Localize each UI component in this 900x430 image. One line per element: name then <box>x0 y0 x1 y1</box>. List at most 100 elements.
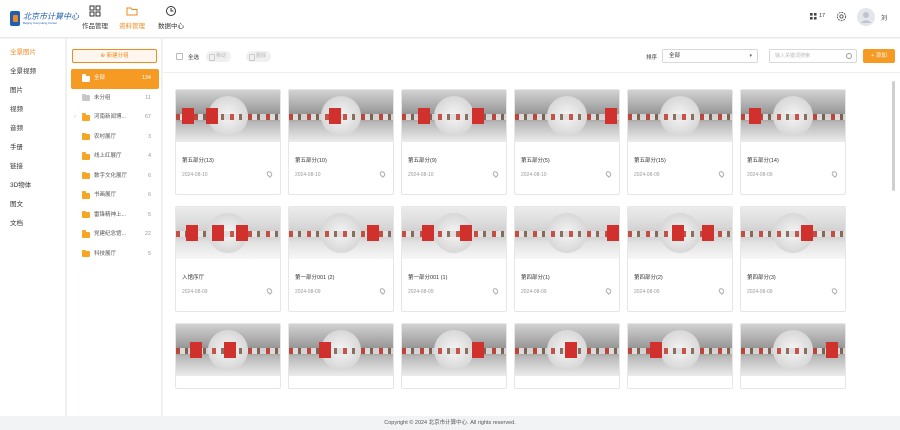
folder-item-leifeng-spirit[interactable]: 雷锋精神上... 5 <box>71 206 159 226</box>
folder-item-henan-news[interactable]: › 河南新闻博... 67 <box>71 108 159 128</box>
sidebar-item-videos[interactable]: 视频 <box>0 100 65 119</box>
media-card[interactable]: 第五部分(13) 2024-08-10 <box>175 89 281 195</box>
nav-materials[interactable]: 资料管理 <box>113 5 151 33</box>
media-card[interactable]: 第五部分(5) 2024-08-10 <box>514 89 620 195</box>
sidebar-item-links[interactable]: 链接 <box>0 157 65 176</box>
media-card[interactable] <box>401 323 507 389</box>
panorama-thumbnail[interactable] <box>402 90 506 142</box>
chevron-right-icon[interactable]: › <box>74 108 76 128</box>
sidebar-item-panorama-videos[interactable]: 全景视频 <box>0 62 65 81</box>
folder-item-calligraphy-hall[interactable]: 书画展厅 6 <box>71 186 159 206</box>
panorama-thumbnail[interactable] <box>402 207 506 259</box>
media-card[interactable] <box>288 323 394 389</box>
panorama-thumbnail[interactable] <box>741 207 845 259</box>
media-card[interactable] <box>740 323 846 389</box>
media-card[interactable]: 第四部分(2) 2024-08-09 <box>627 206 733 312</box>
location-pin-icon[interactable] <box>378 287 387 295</box>
add-button[interactable]: + 添加 <box>863 49 895 63</box>
folder-item-ungrouped[interactable]: 未分组 11 <box>71 89 159 109</box>
panorama-thumbnail[interactable] <box>176 324 280 376</box>
media-card[interactable]: 入馆序厅 2024-08-09 <box>175 206 281 312</box>
scrollbar[interactable] <box>892 81 895 191</box>
chevron-down-icon: ▾ <box>749 53 752 59</box>
folder-icon <box>82 230 90 238</box>
panorama-thumbnail[interactable] <box>176 90 280 142</box>
delete-button[interactable]: 删除 <box>246 51 272 62</box>
sort-select[interactable]: 全部 ▾ <box>662 49 758 63</box>
panorama-thumbnail[interactable] <box>289 90 393 142</box>
gear-icon[interactable] <box>836 11 847 22</box>
sidebar-item-rich-text[interactable]: 图文 <box>0 195 65 214</box>
sidebar-item-manuals[interactable]: 手册 <box>0 138 65 157</box>
panorama-thumbnail[interactable] <box>628 207 732 259</box>
logo[interactable]: 北京市计算中心 Beijing Computing Center <box>10 10 79 28</box>
location-pin-icon[interactable] <box>830 287 839 295</box>
media-card[interactable] <box>627 323 733 389</box>
card-date: 2024-08-10 <box>521 172 547 178</box>
folder-icon <box>82 113 90 121</box>
move-button[interactable]: 移动 <box>206 51 232 62</box>
folder-item-party-memorial[interactable]: 党建纪念馆... 22 <box>71 225 159 245</box>
location-pin-icon[interactable] <box>604 287 613 295</box>
panorama-thumbnail[interactable] <box>289 207 393 259</box>
sidebar-item-3d-objects[interactable]: 3D物体 <box>0 176 65 195</box>
card-title: 第五部分(13) <box>182 158 214 164</box>
apps-icon[interactable] <box>810 13 817 20</box>
nav-works[interactable]: 作品管理 <box>76 5 114 33</box>
location-pin-icon[interactable] <box>491 287 500 295</box>
media-card[interactable]: 第五部分(9) 2024-08-10 <box>401 89 507 195</box>
select-all-checkbox[interactable] <box>176 53 183 60</box>
media-card[interactable] <box>175 323 281 389</box>
location-pin-icon[interactable] <box>604 170 613 178</box>
location-pin-icon[interactable] <box>265 170 274 178</box>
panorama-thumbnail[interactable] <box>741 90 845 142</box>
media-card[interactable]: 第一部分001 (1) 2024-08-09 <box>401 206 507 312</box>
location-pin-icon[interactable] <box>265 287 274 295</box>
folder-count: 134 <box>141 75 151 81</box>
media-card[interactable]: 第五部分(14) 2024-08-09 <box>740 89 846 195</box>
folder-item-online-red-hall[interactable]: 线上红展厅 4 <box>71 147 159 167</box>
folder-count: 5 <box>147 250 151 257</box>
top-header: 北京市计算中心 Beijing Computing Center 作品管理 资料… <box>0 0 900 38</box>
sidebar-item-images[interactable]: 图片 <box>0 81 65 100</box>
folder-item-rural-hall[interactable]: 农村展厅 3 <box>71 128 159 148</box>
avatar[interactable] <box>857 8 875 26</box>
media-card[interactable]: 第一部分001 (2) 2024-08-09 <box>288 206 394 312</box>
panorama-thumbnail[interactable] <box>402 324 506 376</box>
location-pin-icon[interactable] <box>378 170 387 178</box>
media-card[interactable]: 第四部分(1) 2024-08-09 <box>514 206 620 312</box>
media-card[interactable]: 第五部分(10) 2024-08-10 <box>288 89 394 195</box>
media-card[interactable]: 第五部分(15) 2024-08-09 <box>627 89 733 195</box>
media-card[interactable]: 第四部分(3) 2024-08-09 <box>740 206 846 312</box>
location-pin-icon[interactable] <box>717 287 726 295</box>
panorama-thumbnail[interactable] <box>628 324 732 376</box>
logo-subtitle: Beijing Computing Center <box>23 21 58 25</box>
search-input[interactable]: 输入关键词搜索 <box>769 49 857 63</box>
new-group-button[interactable]: ⊕ 新建分组 <box>72 49 157 63</box>
panorama-thumbnail[interactable] <box>289 324 393 376</box>
sidebar-item-documents[interactable]: 文档 <box>0 214 65 233</box>
grid-icon <box>89 5 101 17</box>
folder-count: 22 <box>144 231 151 237</box>
panorama-thumbnail[interactable] <box>515 324 619 376</box>
sort-label: 排序 <box>646 55 658 61</box>
thumbnail-red-panel <box>422 225 434 241</box>
panorama-thumbnail[interactable] <box>628 90 732 142</box>
search-icon[interactable] <box>846 53 852 59</box>
folder-item-all[interactable]: 全部 134 <box>71 69 159 89</box>
panorama-thumbnail[interactable] <box>515 90 619 142</box>
location-pin-icon[interactable] <box>717 170 726 178</box>
folder-item-science-hall[interactable]: 科技展厅 5 <box>71 245 159 265</box>
thumbnail-red-panel <box>186 225 198 241</box>
nav-data-center[interactable]: 数据中心 <box>152 5 190 33</box>
sidebar-item-audio[interactable]: 音频 <box>0 119 65 138</box>
folder-item-digital-culture[interactable]: 数字文化展厅 6 <box>71 167 159 187</box>
media-card[interactable] <box>514 323 620 389</box>
location-pin-icon[interactable] <box>830 170 839 178</box>
folder-icon <box>82 74 90 82</box>
sidebar-item-panorama-images[interactable]: 全景图片 <box>0 43 65 62</box>
panorama-thumbnail[interactable] <box>515 207 619 259</box>
panorama-thumbnail[interactable] <box>741 324 845 376</box>
location-pin-icon[interactable] <box>491 170 500 178</box>
panorama-thumbnail[interactable] <box>176 207 280 259</box>
